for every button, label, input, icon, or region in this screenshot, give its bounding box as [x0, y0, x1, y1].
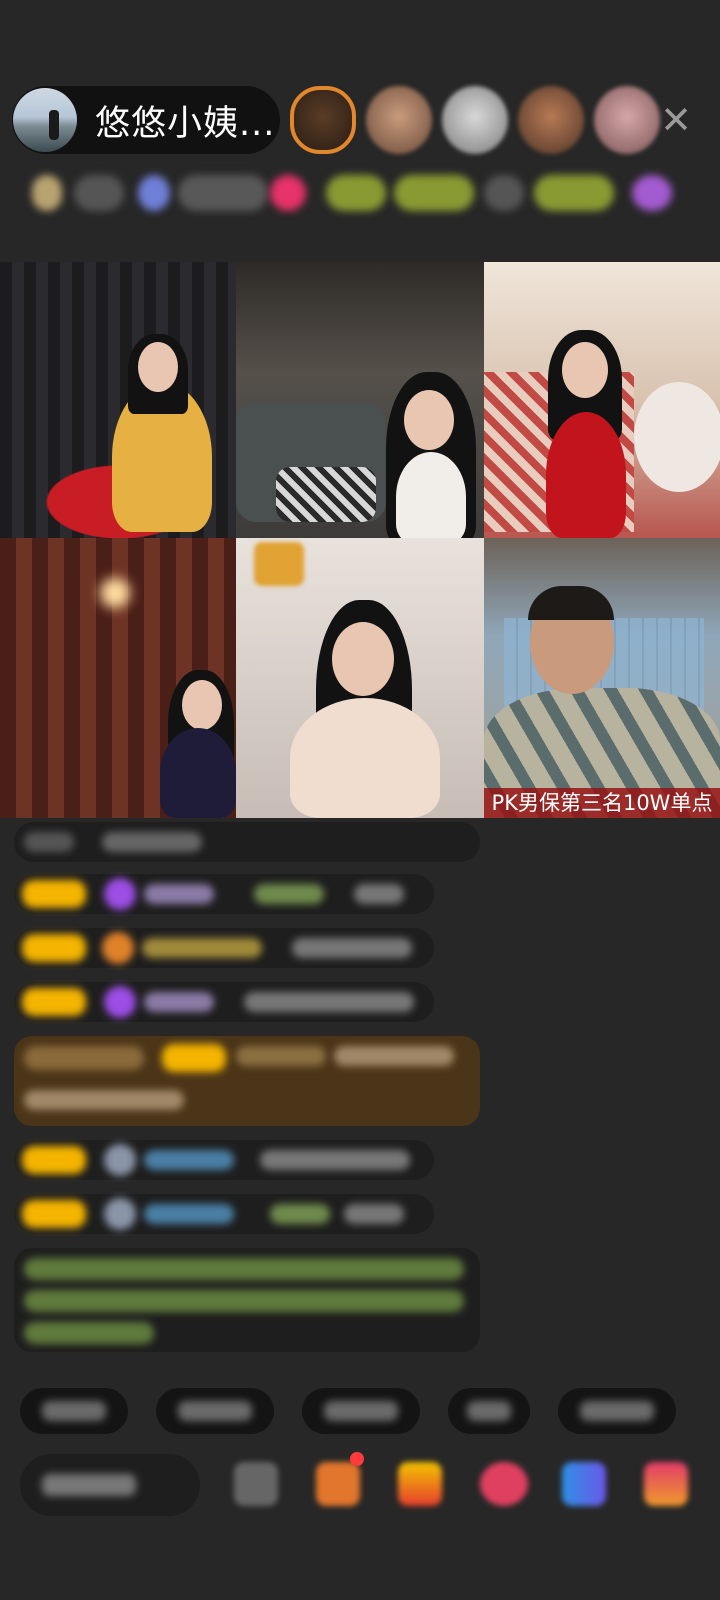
level-icon [32, 175, 62, 211]
quick-reply-chip[interactable] [448, 1388, 530, 1434]
heart-icon[interactable] [480, 1462, 528, 1506]
gift-box-icon[interactable] [316, 1462, 360, 1506]
info-chip [394, 175, 474, 211]
viewer-avatar[interactable] [290, 86, 356, 154]
chat-message [14, 822, 480, 862]
heat-icon [138, 175, 170, 211]
video-tile[interactable] [236, 538, 484, 818]
quick-reply-chip[interactable] [558, 1388, 676, 1434]
room-info-row[interactable] [14, 170, 690, 216]
gift-icon[interactable] [398, 1462, 442, 1506]
viewer-avatar[interactable] [366, 86, 432, 154]
info-chip [326, 175, 386, 211]
host-avatar[interactable] [13, 88, 77, 152]
quick-reply-chip[interactable] [302, 1388, 420, 1434]
viewer-avatar[interactable] [442, 86, 508, 154]
info-chip [178, 175, 268, 211]
bottom-action-bar[interactable] [20, 1450, 720, 1520]
host-info-pill[interactable]: 悠悠小姨... [12, 86, 280, 154]
quick-reply-chip[interactable] [20, 1388, 128, 1434]
video-tile[interactable] [484, 262, 720, 538]
info-chip [534, 175, 614, 211]
multi-guest-video-grid[interactable]: PK男保第三名10W单点 [0, 262, 720, 818]
video-tile[interactable] [236, 262, 484, 538]
info-chip [484, 175, 524, 211]
chat-message [14, 982, 434, 1022]
top-viewers-list[interactable] [290, 86, 660, 154]
share-icon[interactable] [562, 1462, 606, 1506]
viewer-avatar[interactable] [594, 86, 660, 154]
like-icon[interactable] [270, 175, 306, 211]
close-icon[interactable]: ✕ [656, 100, 696, 140]
video-tile[interactable] [0, 538, 236, 818]
host-name: 悠悠小姨... [95, 103, 276, 144]
comment-input[interactable] [20, 1454, 200, 1516]
emoji-icon[interactable] [234, 1462, 278, 1506]
chat-message [14, 874, 434, 914]
notification-dot [350, 1452, 364, 1466]
guest-figure [290, 698, 440, 818]
viewer-avatar[interactable] [518, 86, 584, 154]
chat-message [14, 1194, 434, 1234]
chat-message [14, 1140, 434, 1180]
video-tile[interactable] [0, 262, 236, 538]
more-menu-icon[interactable] [644, 1462, 688, 1506]
guest-caption: PK男保第三名10W单点 [484, 788, 720, 818]
chat-system-message [14, 1248, 480, 1352]
guest-figure [546, 412, 626, 538]
chat-message [14, 928, 434, 968]
video-tile[interactable]: PK男保第三名10W单点 [484, 538, 720, 818]
quick-reply-row[interactable] [20, 1388, 676, 1434]
chat-message-highlight [14, 1036, 480, 1126]
more-icon[interactable] [632, 175, 672, 211]
info-chip [74, 175, 124, 211]
guest-figure [160, 728, 236, 818]
guest-figure [396, 452, 466, 538]
quick-reply-chip[interactable] [156, 1388, 274, 1434]
